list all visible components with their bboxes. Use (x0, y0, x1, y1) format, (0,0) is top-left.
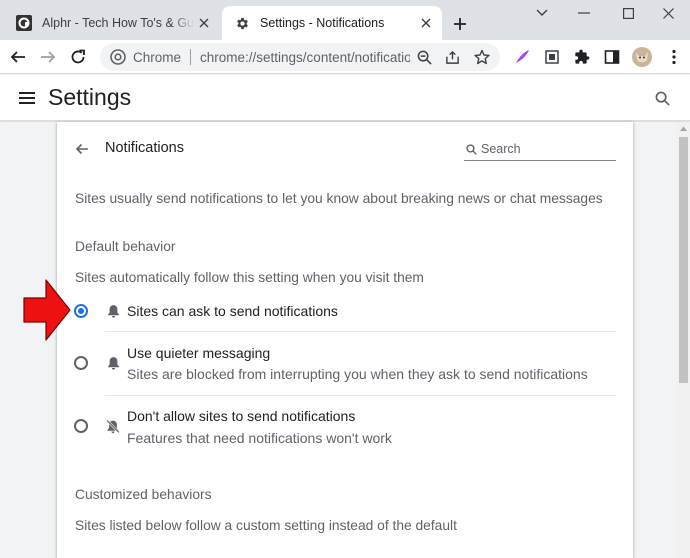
more-menu-icon[interactable] (660, 43, 688, 71)
tab-title: Settings - Notifications (260, 16, 385, 30)
side-panel-icon[interactable] (598, 43, 626, 71)
radio-dont-allow[interactable] (74, 419, 88, 433)
page-intro: Sites usually send notifications to let … (75, 191, 603, 206)
chrome-logo-icon (110, 49, 126, 65)
default-behavior-heading: Default behavior (75, 239, 176, 254)
minimize-icon[interactable] (562, 0, 606, 26)
settings-header: Settings (0, 75, 690, 121)
scroll-up-arrow-icon[interactable] (677, 122, 690, 135)
customized-behaviors-description: Sites listed below follow a custom setti… (75, 518, 457, 533)
gear-icon (234, 15, 250, 31)
bell-icon (105, 355, 121, 371)
new-tab-button[interactable] (448, 12, 472, 36)
radio-quieter-messaging[interactable] (74, 356, 88, 370)
option-dont-allow[interactable]: Don't allow sites to send notifications … (72, 401, 616, 451)
pen-extension-icon[interactable] (508, 43, 536, 71)
search-placeholder: Search (481, 142, 521, 156)
bookmark-star-icon[interactable] (472, 47, 492, 67)
site-name: Chrome (133, 49, 182, 65)
option-divider (105, 331, 616, 332)
close-tab-icon[interactable] (416, 13, 436, 33)
screenshot-extension-icon[interactable] (538, 43, 566, 71)
search-icon (464, 142, 478, 156)
omnibox-divider (190, 49, 192, 65)
page-subtitle: Notifications (105, 140, 184, 156)
option-sites-can-ask[interactable]: Sites can ask to send notifications (72, 296, 616, 330)
url-text[interactable]: chrome://settings/content/notifications (200, 50, 410, 65)
hamburger-menu-icon[interactable] (16, 87, 38, 109)
customized-behaviors-heading: Customized behaviors (75, 487, 212, 502)
search-input[interactable]: Search (464, 138, 616, 161)
tab-alphr[interactable]: Alphr - Tech How To's & Guides (8, 6, 220, 40)
red-pointer-arrow (22, 278, 72, 342)
extensions-puzzle-icon[interactable] (568, 43, 596, 71)
option-label: Use quieter messaging (127, 345, 271, 361)
alphr-logo-icon (16, 15, 32, 31)
option-sublabel: Features that need notifications won't w… (127, 430, 392, 446)
option-quieter-messaging[interactable]: Use quieter messaging Sites are blocked … (72, 338, 616, 388)
profile-avatar[interactable] (628, 43, 656, 71)
forward-nav-icon[interactable] (34, 43, 62, 71)
option-divider (105, 395, 616, 396)
bell-off-icon (105, 418, 121, 434)
bell-icon (105, 303, 121, 319)
reload-icon[interactable] (64, 43, 92, 71)
tab-title: Alphr - Tech How To's & Guides (42, 16, 194, 30)
close-tab-icon[interactable] (194, 13, 214, 33)
back-arrow-icon[interactable] (72, 139, 92, 159)
default-behavior-description: Sites automatically follow this setting … (75, 270, 424, 285)
option-label: Sites can ask to send notifications (127, 303, 338, 319)
option-label: Don't allow sites to send notifications (127, 408, 356, 424)
maximize-icon[interactable] (606, 0, 650, 26)
browser-toolbar: Chrome chrome://settings/content/notific… (0, 40, 690, 74)
scrollbar-thumb[interactable] (679, 137, 688, 383)
zoom-icon[interactable] (414, 47, 434, 67)
share-icon[interactable] (442, 47, 462, 67)
tab-search-chevron-icon[interactable] (520, 0, 564, 26)
close-window-icon[interactable] (646, 0, 690, 26)
settings-title: Settings (48, 84, 132, 110)
settings-search-icon[interactable] (652, 88, 672, 108)
option-sublabel: Sites are blocked from interrupting you … (127, 366, 588, 382)
back-nav-icon[interactable] (4, 43, 32, 71)
radio-sites-can-ask[interactable] (74, 304, 88, 318)
tab-settings-notifications[interactable]: Settings - Notifications (222, 6, 442, 40)
tab-strip: Alphr - Tech How To's & Guides Settings … (0, 0, 690, 40)
address-bar[interactable]: Chrome chrome://settings/content/notific… (100, 43, 500, 71)
